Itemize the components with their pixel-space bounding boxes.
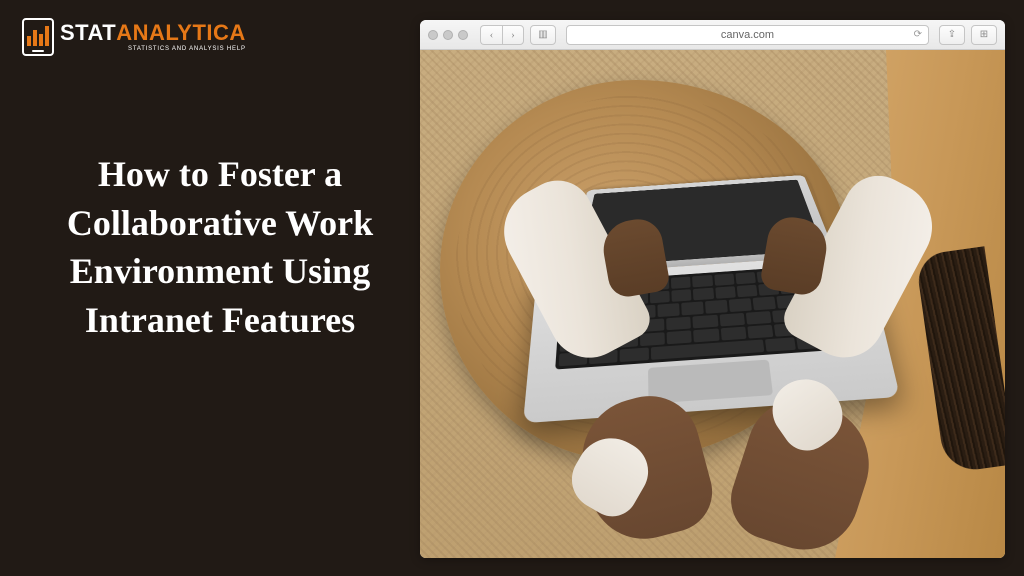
tabs-icon[interactable]: ⊞ xyxy=(971,25,997,45)
logo-analytica: ANALYTICA xyxy=(116,22,246,44)
page-title: How to Foster a Collaborative Work Envir… xyxy=(30,150,410,344)
close-dot[interactable] xyxy=(428,30,438,40)
browser-mockup: ‹ › ▥ canva.com ⟳ ⇪ ⊞ xyxy=(420,20,1005,558)
traffic-lights xyxy=(428,30,468,40)
forward-button[interactable]: › xyxy=(502,25,524,45)
nav-buttons: ‹ › xyxy=(480,25,524,45)
address-bar[interactable]: canva.com ⟳ xyxy=(566,25,929,45)
logo-text: STATANALYTICA STATISTICS AND ANALYSIS HE… xyxy=(60,22,246,52)
minimize-dot[interactable] xyxy=(443,30,453,40)
laptop-trackpad xyxy=(648,360,773,404)
url-text: canva.com xyxy=(721,29,774,41)
logo-icon xyxy=(22,18,54,56)
refresh-icon[interactable]: ⟳ xyxy=(914,29,922,40)
browser-viewport xyxy=(420,50,1005,558)
brand-logo: STATANALYTICA STATISTICS AND ANALYSIS HE… xyxy=(22,18,246,56)
browser-toolbar: ‹ › ▥ canva.com ⟳ ⇪ ⊞ xyxy=(420,20,1005,50)
logo-tagline: STATISTICS AND ANALYSIS HELP xyxy=(60,46,246,52)
share-icon[interactable]: ⇪ xyxy=(939,25,965,45)
back-button[interactable]: ‹ xyxy=(480,25,502,45)
maximize-dot[interactable] xyxy=(458,30,468,40)
logo-stat: STAT xyxy=(60,22,116,44)
sidebar-toggle-icon[interactable]: ▥ xyxy=(530,25,556,45)
